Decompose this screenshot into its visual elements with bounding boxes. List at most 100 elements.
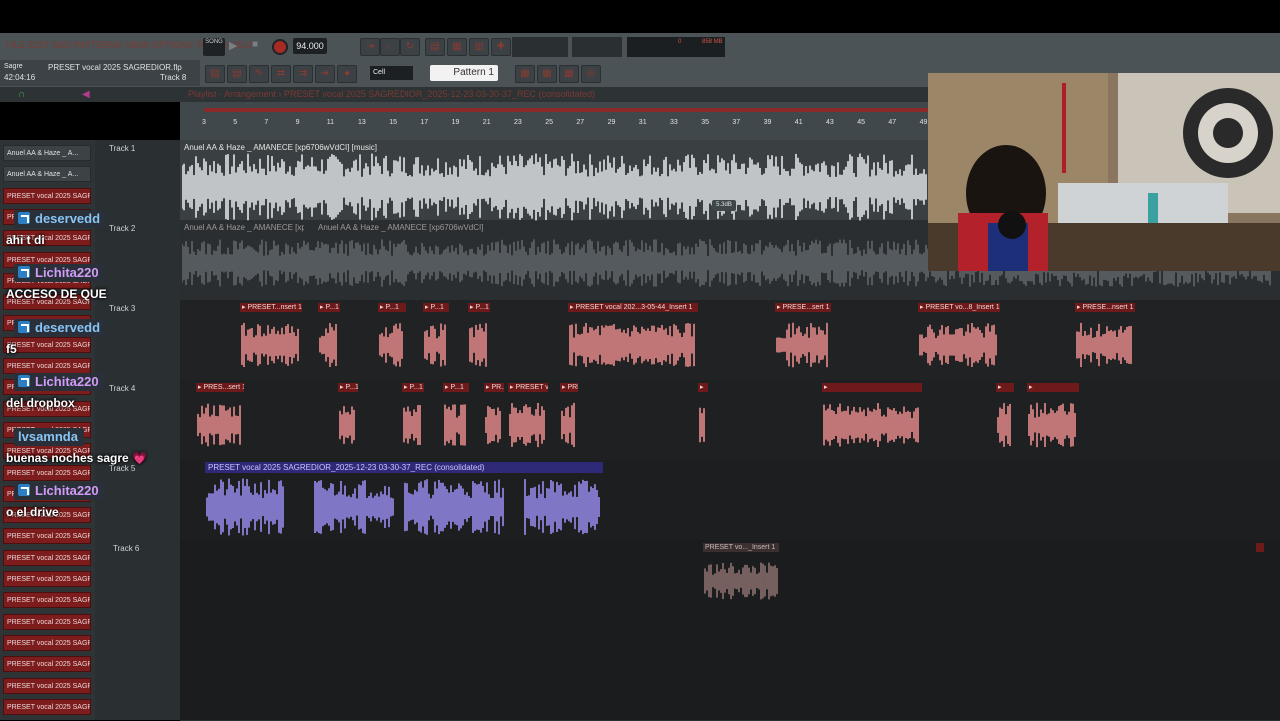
vocal-waveform[interactable] [402, 394, 424, 456]
clip-header[interactable]: ▸ PRESET vocal 202...3-05-44_Insert 1 [568, 303, 698, 312]
tool-icon[interactable]: ➜ [315, 65, 335, 83]
channel-button[interactable]: PRESET vocal 2025 SAGRE... [3, 656, 91, 673]
tool-icon[interactable]: ▧ [205, 65, 225, 83]
clip-header[interactable]: ▸ PRESE...sert 1 [775, 303, 831, 312]
channel-rack-icon[interactable]: ▦ [447, 38, 467, 56]
channel-button[interactable]: PRESET vocal 2025 SAGRE... [3, 187, 91, 204]
ruler-tick: 33 [670, 119, 678, 126]
metronome-icon[interactable]: ♩ [380, 38, 400, 56]
channel-button[interactable]: PRESET vocal 2025 SAGRE... [3, 528, 91, 545]
track-label[interactable]: Track 1 [109, 144, 135, 153]
channel-button[interactable]: PRESET vocal 2025 SAGRE... [3, 677, 91, 694]
vocal-waveform[interactable] [318, 314, 340, 376]
play-icon[interactable]: ▶ [229, 39, 237, 52]
vocal-waveform[interactable] [698, 394, 708, 456]
clip-header[interactable]: ▸ P...1 [443, 383, 469, 392]
vocal-waveform[interactable] [338, 394, 358, 456]
vocal-waveform[interactable] [484, 394, 504, 456]
channel-button[interactable]: PRESET vocal 2025 SAGRE... [3, 698, 91, 715]
channel-button[interactable]: PRESET vocal 2025 SAGRE... [3, 358, 91, 374]
magnet-icon[interactable]: ∩ [18, 89, 25, 100]
webcam-overlay [928, 73, 1280, 271]
pattern-selector[interactable]: Pattern 1 [430, 65, 498, 81]
time-marker-bar[interactable] [204, 108, 928, 112]
song-mode-toggle[interactable]: SONG [203, 38, 225, 56]
stop-icon[interactable]: ■ [252, 39, 258, 50]
clip-header[interactable]: ▸ P...1 [468, 303, 490, 312]
loop-icon[interactable]: ↻ [400, 38, 420, 56]
vocal-waveform[interactable] [378, 314, 406, 376]
tempo-display[interactable]: 94.000 [293, 38, 327, 54]
chat-username-text: deservedd [35, 211, 101, 226]
tool-icon[interactable]: ⇄ [271, 65, 291, 83]
tool-icon[interactable]: ▤ [227, 65, 247, 83]
vocal-waveform[interactable] [1075, 314, 1135, 376]
volume-slider[interactable] [572, 37, 622, 57]
vocal-waveform[interactable] [918, 314, 1000, 376]
snap-select[interactable]: Cell [370, 66, 413, 80]
clip-header[interactable]: PRESET vo..._Insert 1 [703, 543, 779, 552]
clip-header[interactable]: ▸ [1027, 383, 1079, 392]
vocal-waveform[interactable] [703, 553, 781, 609]
vocal-waveform[interactable] [822, 394, 922, 456]
music-waveform[interactable] [182, 152, 928, 222]
channel-button[interactable]: PRESET vocal 2025 SAGRE... [3, 634, 91, 651]
tool-icon[interactable]: ◎ [581, 65, 601, 83]
clip-header[interactable]: ▸ PRES...sert 1 [196, 383, 244, 392]
vocal-waveform[interactable] [775, 314, 831, 376]
browser-icon[interactable]: ✚ [491, 38, 511, 56]
clip-header[interactable]: ▸ P...1 [378, 303, 406, 312]
mixer-icon[interactable]: ▤ [425, 38, 445, 56]
tool-icon[interactable]: ▦ [537, 65, 557, 83]
clip-header[interactable]: ▸ P...1 [402, 383, 424, 392]
clip-header[interactable]: ▸ P...1 [423, 303, 449, 312]
channel-button[interactable]: PRESET vocal 2025 SAGRE... [3, 549, 91, 566]
channel-button[interactable]: PRESET vocal 2025 SAGRE... [3, 592, 91, 609]
chat-username: Lichita220 [14, 264, 105, 283]
mic-icon[interactable]: ● [337, 65, 357, 83]
clip-header[interactable]: ▸ PRESET...nsert 1 [240, 303, 302, 312]
clip-header[interactable]: ▸ P...1 [338, 383, 358, 392]
tool-icon[interactable]: ▦ [515, 65, 535, 83]
channel-button[interactable]: Anuel AA & Haze _ A... [3, 166, 91, 183]
channel-button[interactable]: PRESET vocal 2025 SAGRE... [3, 464, 91, 481]
clip-header[interactable]: ▸ PRES...sert 1 [560, 383, 578, 392]
snap-icon[interactable]: ⇥ [360, 38, 380, 56]
tool-icon[interactable]: ▦ [559, 65, 579, 83]
vocal-waveform[interactable] [423, 314, 449, 376]
speaker-icon[interactable]: ◀ [82, 89, 90, 100]
vocal-waveform[interactable] [508, 394, 548, 456]
channel-button[interactable]: PRESET vocal 2025 SAGRE... [3, 571, 91, 587]
track-label[interactable]: Track 2 [109, 224, 135, 233]
tool-icon[interactable]: ⇉ [293, 65, 313, 83]
piano-roll-icon[interactable]: ▥ [469, 38, 489, 56]
ruler-tick: 7 [264, 119, 269, 126]
clip-header[interactable]: ▸ PRESET vocal...8-13_Insert 1 [508, 383, 548, 392]
vocal-waveform[interactable] [205, 474, 603, 540]
clip-header[interactable]: ▸ [822, 383, 922, 392]
vocal-waveform[interactable] [568, 314, 698, 376]
channel-button[interactable]: PRESET vocal 2025 SAGRE... [3, 613, 91, 630]
vocal-waveform[interactable] [996, 394, 1014, 456]
vocal-waveform[interactable] [240, 314, 302, 376]
clip-header[interactable]: ▸ [698, 383, 708, 392]
vocal-waveform[interactable] [196, 394, 244, 456]
channel-button[interactable]: Anuel AA & Haze _ A... [3, 145, 91, 161]
vocal-waveform[interactable] [468, 314, 490, 376]
clip-header[interactable]: ▸ [996, 383, 1014, 392]
track-label[interactable]: Track 3 [109, 304, 135, 313]
clip-label: Anuel AA & Haze _ AMANECE [xp6706wVdCI] [318, 223, 484, 232]
clip-header[interactable]: ▸ PRESE...nsert 1 [1075, 303, 1135, 312]
clip-header[interactable]: ▸ P...1 [318, 303, 340, 312]
clip-header[interactable]: ▸ PR...t 1 [484, 383, 504, 392]
clip-header[interactable] [1256, 543, 1264, 552]
track-label[interactable]: Track 6 [113, 544, 139, 553]
vocal-waveform[interactable] [443, 394, 469, 456]
track-label[interactable]: Track 4 [109, 384, 135, 393]
track-label[interactable]: Track 5 [109, 464, 135, 473]
vocal-waveform[interactable] [1027, 394, 1079, 456]
vocal-waveform[interactable] [560, 394, 578, 456]
clip-header[interactable]: ▸ PRESET vo...8_Insert 1 [918, 303, 1000, 312]
record-button[interactable] [272, 39, 288, 55]
tool-icon[interactable]: ✎ [249, 65, 269, 83]
